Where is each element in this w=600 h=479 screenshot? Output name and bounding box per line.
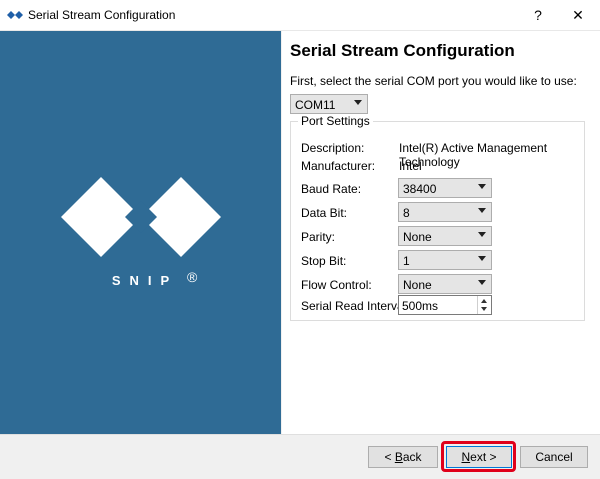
data-bit-value: 8 xyxy=(403,206,410,220)
chevron-down-icon xyxy=(478,256,486,261)
description-label: Description: xyxy=(301,141,365,155)
flow-control-value: None xyxy=(403,278,432,292)
spin-down-icon[interactable] xyxy=(481,307,487,311)
baud-rate-value: 38400 xyxy=(403,182,437,196)
help-button[interactable]: ? xyxy=(523,0,553,30)
parity-value: None xyxy=(403,230,432,244)
chevron-down-icon xyxy=(478,280,486,285)
spin-buttons xyxy=(477,296,491,314)
port-settings-title: Port Settings xyxy=(298,114,373,128)
port-settings-group: Port Settings Description: Intel(R) Acti… xyxy=(290,114,585,321)
back-prefix: < xyxy=(384,450,395,464)
chevron-down-icon xyxy=(478,184,486,189)
back-suffix: ack xyxy=(402,450,422,464)
next-suffix: ext > xyxy=(470,450,497,464)
spin-up-icon[interactable] xyxy=(481,299,487,303)
stop-bit-value: 1 xyxy=(403,254,410,268)
com-port-prompt: First, select the serial COM port you wo… xyxy=(290,74,577,88)
app-icon xyxy=(7,11,23,19)
parity-select[interactable]: None xyxy=(398,226,492,246)
data-bit-select[interactable]: 8 xyxy=(398,202,492,222)
next-mnemonic: N xyxy=(461,450,471,464)
baud-rate-label: Baud Rate: xyxy=(301,182,362,196)
parity-label: Parity: xyxy=(301,230,336,244)
data-bit-label: Data Bit: xyxy=(301,206,348,220)
stop-bit-label: Stop Bit: xyxy=(301,254,347,268)
chevron-down-icon xyxy=(478,232,486,237)
read-interval-value: 500ms xyxy=(402,299,439,313)
back-button[interactable]: < Back xyxy=(368,446,438,468)
read-interval-label: Serial Read Interval: xyxy=(301,299,410,313)
manufacturer-label: Manufacturer: xyxy=(301,159,376,173)
snip-logo: SNIP ® xyxy=(61,177,221,288)
read-interval-spinbox[interactable]: 500ms xyxy=(398,295,492,315)
chevron-down-icon xyxy=(478,208,486,213)
logo-text: SNIP xyxy=(112,273,178,288)
flow-control-select[interactable]: None xyxy=(398,274,492,294)
window-title: Serial Stream Configuration xyxy=(28,8,176,22)
wizard-content: Serial Stream Configuration First, selec… xyxy=(282,31,600,434)
button-bar: < Back Next > Cancel xyxy=(0,434,600,479)
registered-mark: ® xyxy=(187,269,198,285)
branding-panel: SNIP ® xyxy=(0,31,281,434)
com-port-select[interactable]: COM11 xyxy=(290,94,368,114)
stop-bit-select[interactable]: 1 xyxy=(398,250,492,270)
manufacturer-value: Intel xyxy=(399,159,422,173)
next-button[interactable]: Next > xyxy=(446,446,512,468)
close-button[interactable]: ✕ xyxy=(563,0,593,30)
flow-control-label: Flow Control: xyxy=(301,278,372,292)
page-title: Serial Stream Configuration xyxy=(290,41,515,60)
com-port-value: COM11 xyxy=(295,98,336,112)
baud-rate-select[interactable]: 38400 xyxy=(398,178,492,198)
description-value: Intel(R) Active Management Technology xyxy=(399,141,548,169)
chevron-down-icon xyxy=(354,100,362,105)
back-mnemonic: B xyxy=(394,450,403,464)
title-bar: Serial Stream Configuration ? ✕ xyxy=(0,0,600,31)
cancel-button[interactable]: Cancel xyxy=(520,446,588,468)
